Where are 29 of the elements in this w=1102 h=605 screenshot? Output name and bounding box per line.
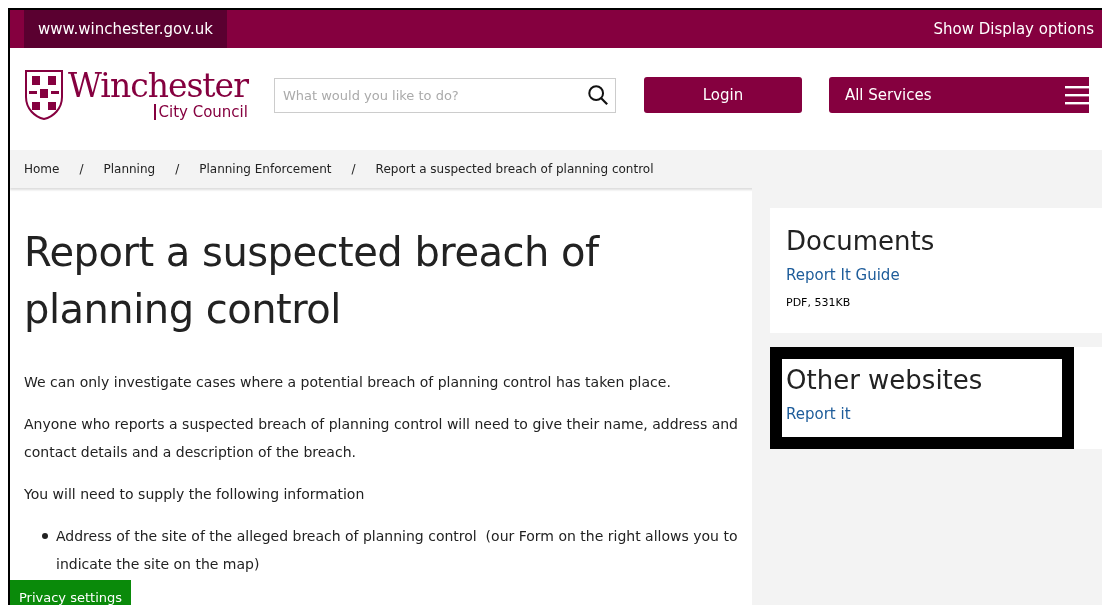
logo-wordmark: Winchester [68, 68, 248, 104]
paragraph: Anyone who reports a suspected breach of planning control will need to give their name, address and contact details and a description of the breach. [24, 415, 738, 462]
bullet-text: Address of the site of the alleged breach of planning control (our Form on the right allows you to indicate the site on the map) [56, 527, 738, 574]
search-field[interactable]: What would you like to do? [273, 77, 616, 113]
card-heading: Documents [786, 226, 936, 256]
privacy-settings-button[interactable]: Privacy settings [10, 580, 132, 605]
breadcrumb-link[interactable]: Planning [103, 162, 156, 176]
paragraph: You will need to supply the following information [24, 485, 366, 504]
file-info: PDF, 531KB [786, 296, 852, 309]
bullet-dot [42, 533, 48, 539]
search-icon[interactable] [586, 83, 609, 106]
login-button[interactable]: Login [643, 77, 802, 113]
page-title: Report a suspected breach of planning control [24, 228, 601, 334]
display-options-link[interactable]: Show Display options [933, 20, 1102, 38]
all-services-button[interactable]: All Services [828, 77, 1089, 113]
crest-icon [24, 68, 64, 122]
breadcrumb-link[interactable]: Home [24, 162, 60, 176]
menu-icon[interactable] [1064, 85, 1089, 105]
breadcrumb-link[interactable]: Planning Enforcement [199, 162, 332, 176]
breadcrumb-separator: / [79, 162, 84, 176]
paragraph: We can only investigate cases where a potential breach of planning control has taken place. [24, 373, 672, 392]
logo-subtitle: City Council [153, 104, 248, 120]
document-link[interactable]: Report It Guide [786, 266, 1086, 284]
breadcrumb-separator: / [175, 162, 180, 176]
breadcrumb-link[interactable]: Report a suspected breach of planning control [375, 162, 654, 176]
card-heading: Other websites [786, 365, 984, 395]
document-link[interactable]: Report it [786, 405, 1058, 423]
breadcrumb-separator: / [351, 162, 356, 176]
site-url-link[interactable]: www.winchester.gov.uk [24, 10, 227, 48]
